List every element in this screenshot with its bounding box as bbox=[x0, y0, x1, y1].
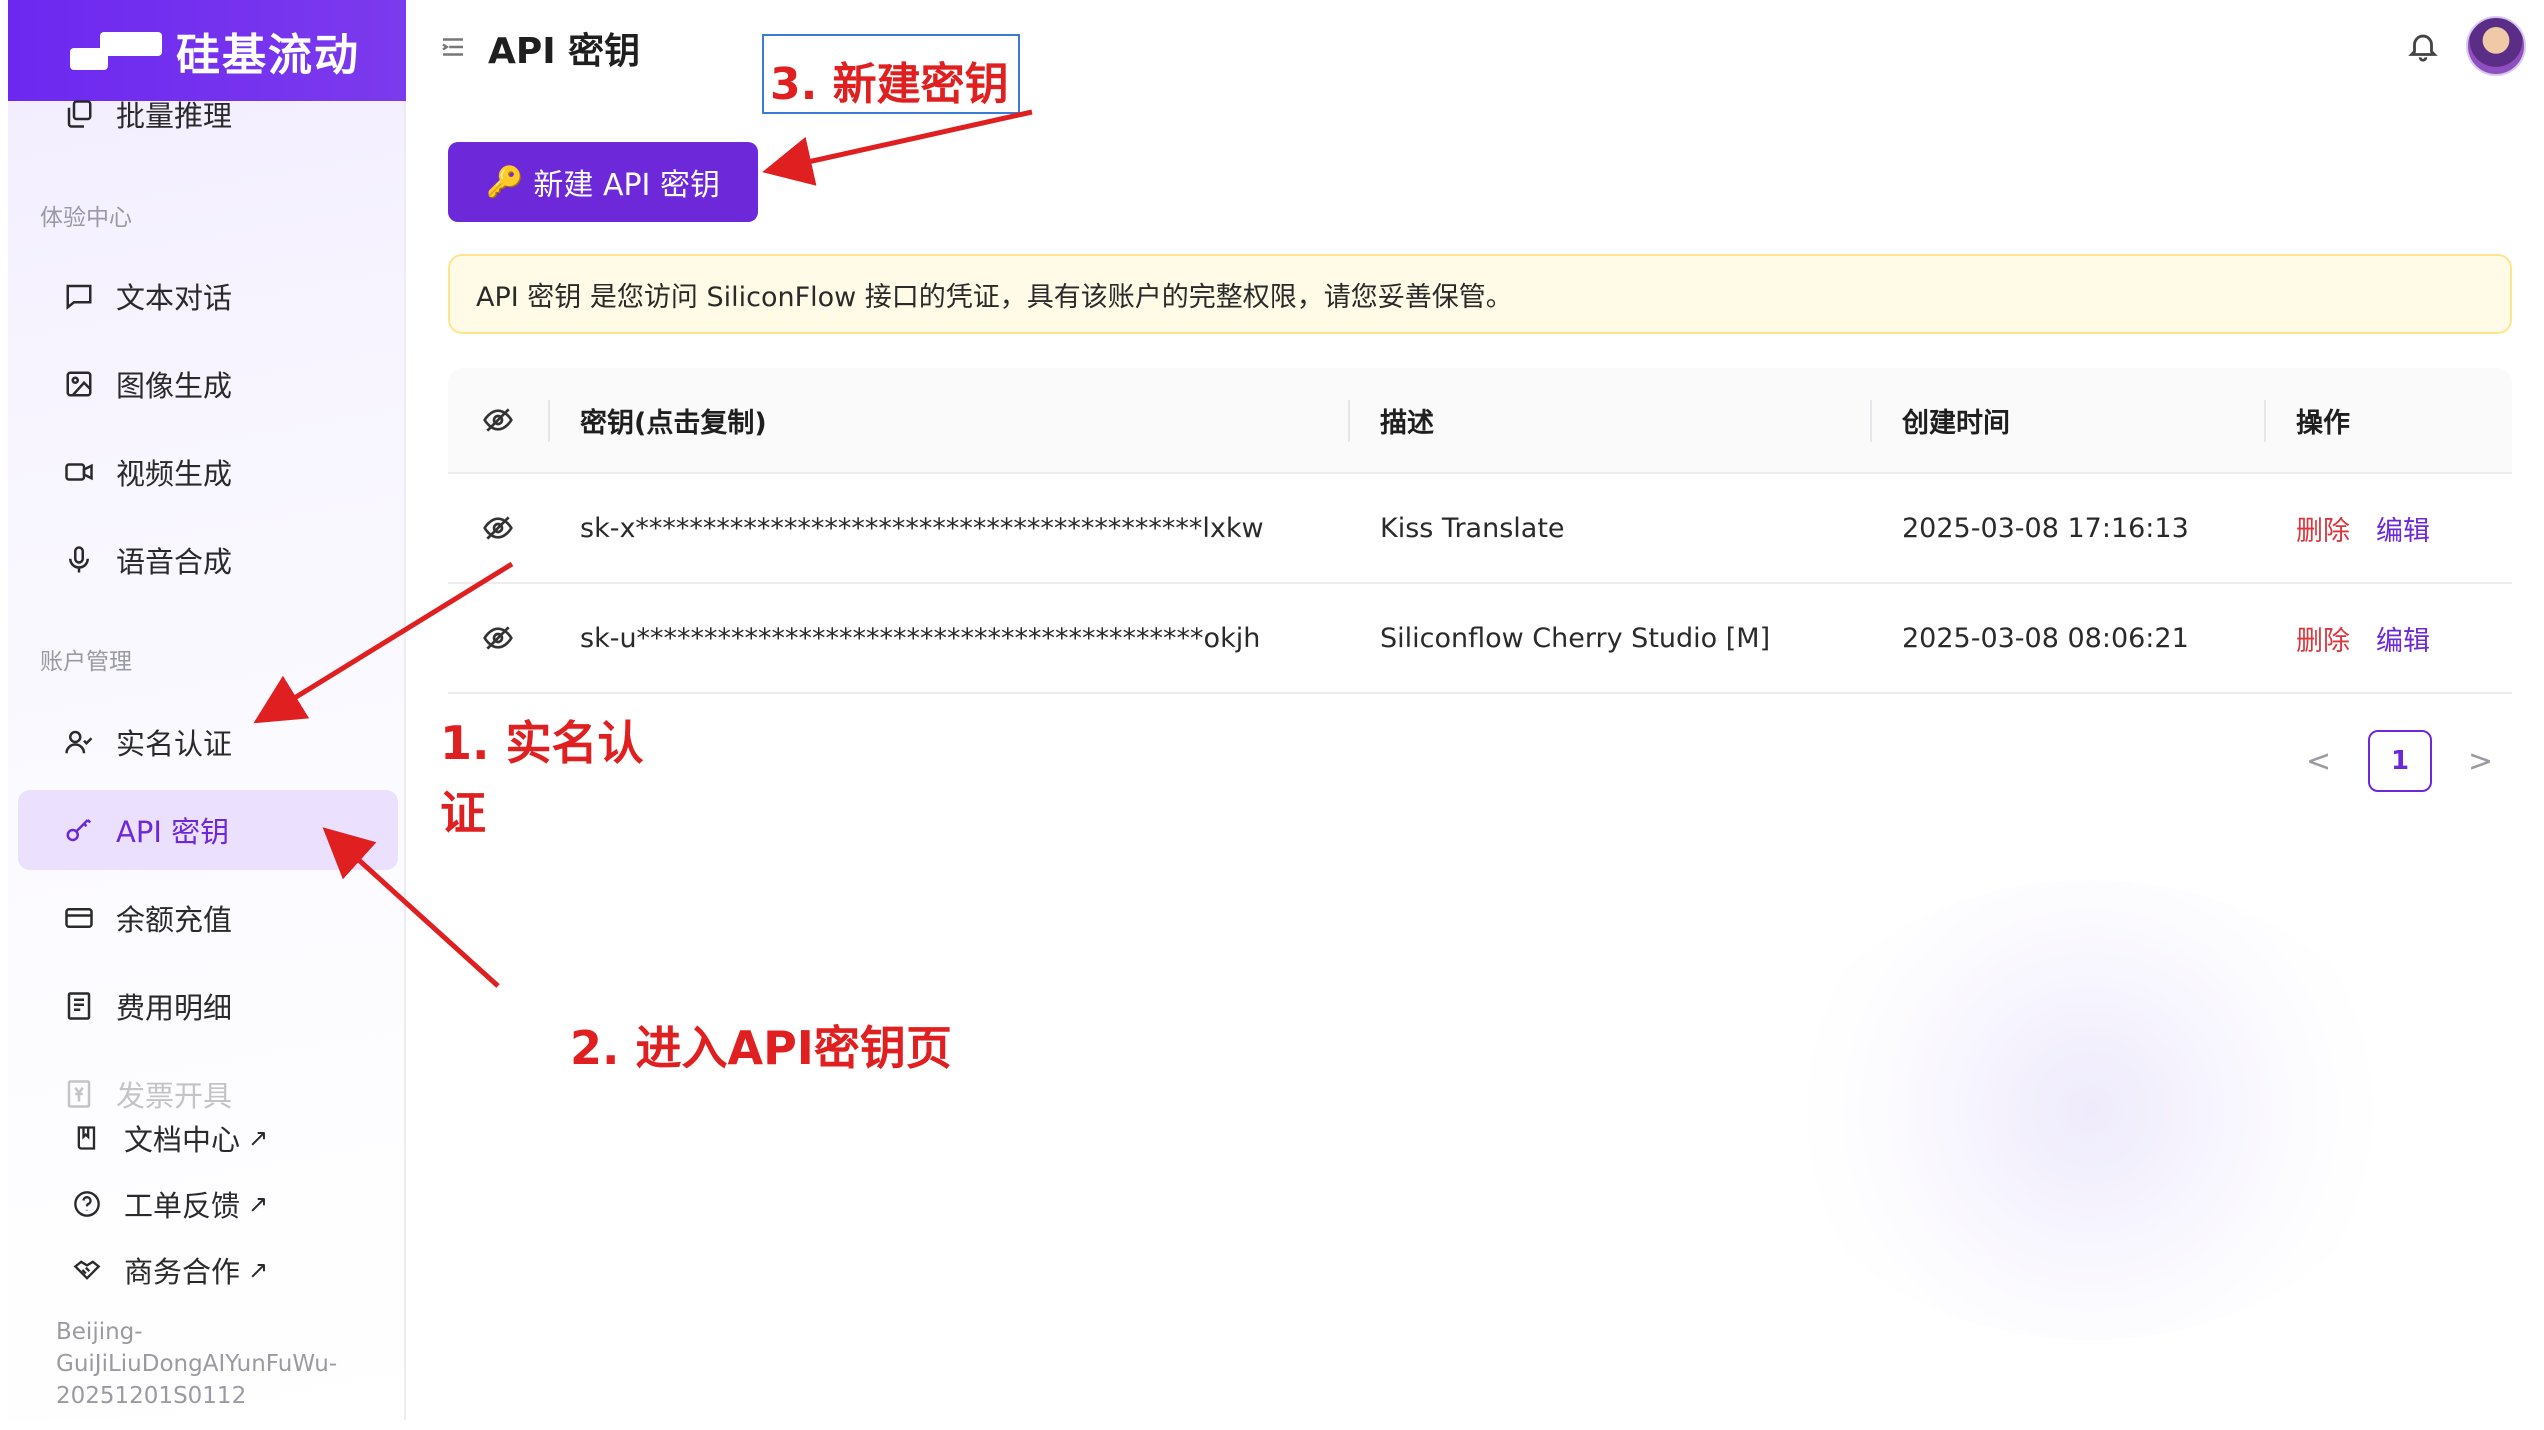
new-api-key-button[interactable]: 🔑 新建 API 密钥 bbox=[448, 142, 758, 222]
table-row: sk-x************************************… bbox=[448, 474, 2512, 584]
external-link-icon: ↗ bbox=[248, 1256, 269, 1284]
receipt-icon bbox=[62, 989, 96, 1023]
chat-icon bbox=[62, 279, 96, 313]
pagination-prev[interactable]: < bbox=[2306, 744, 2331, 779]
sidebar-item-label: 余额充值 bbox=[116, 903, 233, 937]
row-actions: 删除 编辑 bbox=[2264, 474, 2512, 582]
sidebar-item-video-gen[interactable]: 视频生成 bbox=[18, 432, 398, 512]
sidebar-item-label: API 密钥 bbox=[116, 815, 230, 849]
key-created-time: 2025-03-08 17:16:13 bbox=[1902, 512, 2189, 544]
section-label-account: 账户管理 bbox=[40, 649, 132, 675]
page-title: API 密钥 bbox=[488, 31, 641, 72]
key-description: Kiss Translate bbox=[1380, 512, 1565, 544]
sidebar-link-tickets[interactable]: 工单反馈 ↗ bbox=[18, 1174, 398, 1234]
background-glow bbox=[1780, 880, 2400, 1340]
sidebar-item-text-chat[interactable]: 文本对话 bbox=[18, 256, 398, 336]
annotation-step1: 1. 实名认证 bbox=[440, 716, 644, 840]
copy-stack-icon bbox=[62, 97, 96, 131]
api-key-value[interactable]: sk-x************************************… bbox=[548, 474, 1348, 582]
annotation-step2: 2. 进入API密钥页 bbox=[570, 1021, 952, 1075]
annotation-step3: 3. 新建密钥 bbox=[762, 34, 1020, 114]
sidebar-item-label: 工单反馈 bbox=[124, 1189, 241, 1223]
edit-button[interactable]: 编辑 bbox=[2376, 509, 2430, 548]
row-actions: 删除 编辑 bbox=[2264, 584, 2512, 692]
eye-off-icon bbox=[483, 626, 513, 650]
sidebar-item-label: 视频生成 bbox=[116, 457, 233, 491]
sidebar-item-label: 语音合成 bbox=[116, 545, 233, 579]
avatar[interactable] bbox=[2466, 16, 2526, 76]
card-icon bbox=[62, 901, 96, 935]
edit-button[interactable]: 编辑 bbox=[2376, 619, 2430, 658]
eye-off-icon bbox=[483, 408, 513, 432]
sidebar-item-label: 文本对话 bbox=[116, 281, 233, 315]
sidebar-item-label: 商务合作 bbox=[124, 1255, 241, 1289]
sidebar-item-speech[interactable]: 语音合成 bbox=[18, 520, 398, 600]
new-api-key-label: 新建 API 密钥 bbox=[533, 168, 720, 203]
sidebar-link-business[interactable]: 商务合作 ↗ bbox=[18, 1240, 398, 1300]
external-link-icon: ↗ bbox=[248, 1124, 269, 1152]
external-link-icon: ↗ bbox=[248, 1190, 269, 1218]
notice-text: API 密钥 是您访问 SiliconFlow 接口的凭证，具有该账户的完整权限… bbox=[476, 281, 1513, 313]
invoice-icon bbox=[62, 1077, 96, 1111]
user-check-icon bbox=[62, 725, 96, 759]
sidebar-link-docs[interactable]: 文档中心 ↗ bbox=[18, 1108, 398, 1168]
header-key: 密钥(点击复制) bbox=[548, 368, 1348, 472]
api-key-value[interactable]: sk-u************************************… bbox=[548, 584, 1348, 692]
key-description: Siliconflow Cherry Studio [M] bbox=[1380, 622, 1771, 654]
logo-mark-icon bbox=[70, 30, 162, 72]
sidebar-item-label: 费用明细 bbox=[116, 991, 233, 1025]
table-header: 密钥(点击复制) 描述 创建时间 操作 bbox=[448, 368, 2512, 474]
collapse-menu-icon[interactable] bbox=[438, 32, 468, 62]
key-icon bbox=[62, 813, 96, 847]
delete-button[interactable]: 删除 bbox=[2296, 509, 2350, 548]
bell-icon[interactable] bbox=[2406, 28, 2440, 64]
notice-banner: API 密钥 是您访问 SiliconFlow 接口的凭证，具有该账户的完整权限… bbox=[448, 254, 2512, 334]
delete-button[interactable]: 删除 bbox=[2296, 619, 2350, 658]
sidebar-item-billing[interactable]: 费用明细 bbox=[18, 966, 398, 1046]
toggle-visibility[interactable] bbox=[448, 474, 548, 582]
app-window: 硅基流动 批量推理 体验中心 文本对话 图像生成 视频生成 语音合成 账户管理 bbox=[0, 0, 2544, 1430]
toggle-visibility[interactable] bbox=[448, 584, 548, 692]
sidebar-item-api-keys[interactable]: API 密钥 bbox=[18, 790, 398, 870]
sidebar-item-batch[interactable]: 批量推理 bbox=[18, 76, 398, 152]
book-icon bbox=[70, 1121, 104, 1155]
table-row: sk-u************************************… bbox=[448, 584, 2512, 694]
sidebar-item-image-gen[interactable]: 图像生成 bbox=[18, 344, 398, 424]
pagination-page[interactable]: 1 bbox=[2368, 730, 2432, 792]
arrow-to-new-key bbox=[762, 109, 1033, 186]
api-key-table: 密钥(点击复制) 描述 创建时间 操作 sk-x****************… bbox=[448, 368, 2512, 694]
handshake-icon bbox=[70, 1253, 104, 1287]
sidebar-item-label: 实名认证 bbox=[116, 727, 233, 761]
sidebar-item-label: 文档中心 bbox=[124, 1123, 241, 1157]
section-label-experience: 体验中心 bbox=[40, 205, 132, 231]
microphone-icon bbox=[62, 543, 96, 577]
image-icon bbox=[62, 367, 96, 401]
header-created: 创建时间 bbox=[1870, 368, 2264, 472]
pagination-next[interactable]: > bbox=[2468, 744, 2493, 779]
help-icon bbox=[70, 1187, 104, 1221]
eye-off-icon bbox=[483, 516, 513, 540]
toggle-visibility-all[interactable] bbox=[448, 368, 548, 472]
video-icon bbox=[62, 455, 96, 489]
brand-name: 硅基流动 bbox=[176, 29, 360, 81]
company-footer-note: Beijing-GuiJiLiuDongAIYunFuWu-20251201S0… bbox=[56, 1319, 338, 1409]
key-icon: 🔑 bbox=[486, 164, 524, 200]
header-actions: 操作 bbox=[2264, 368, 2512, 472]
sidebar-item-recharge[interactable]: 余额充值 bbox=[18, 878, 398, 958]
sidebar-item-label: 图像生成 bbox=[116, 369, 233, 403]
key-created-time: 2025-03-08 08:06:21 bbox=[1902, 622, 2189, 654]
sidebar-item-verification[interactable]: 实名认证 bbox=[18, 702, 398, 782]
sidebar-item-label: 批量推理 bbox=[116, 99, 233, 133]
header-description: 描述 bbox=[1348, 368, 1870, 472]
